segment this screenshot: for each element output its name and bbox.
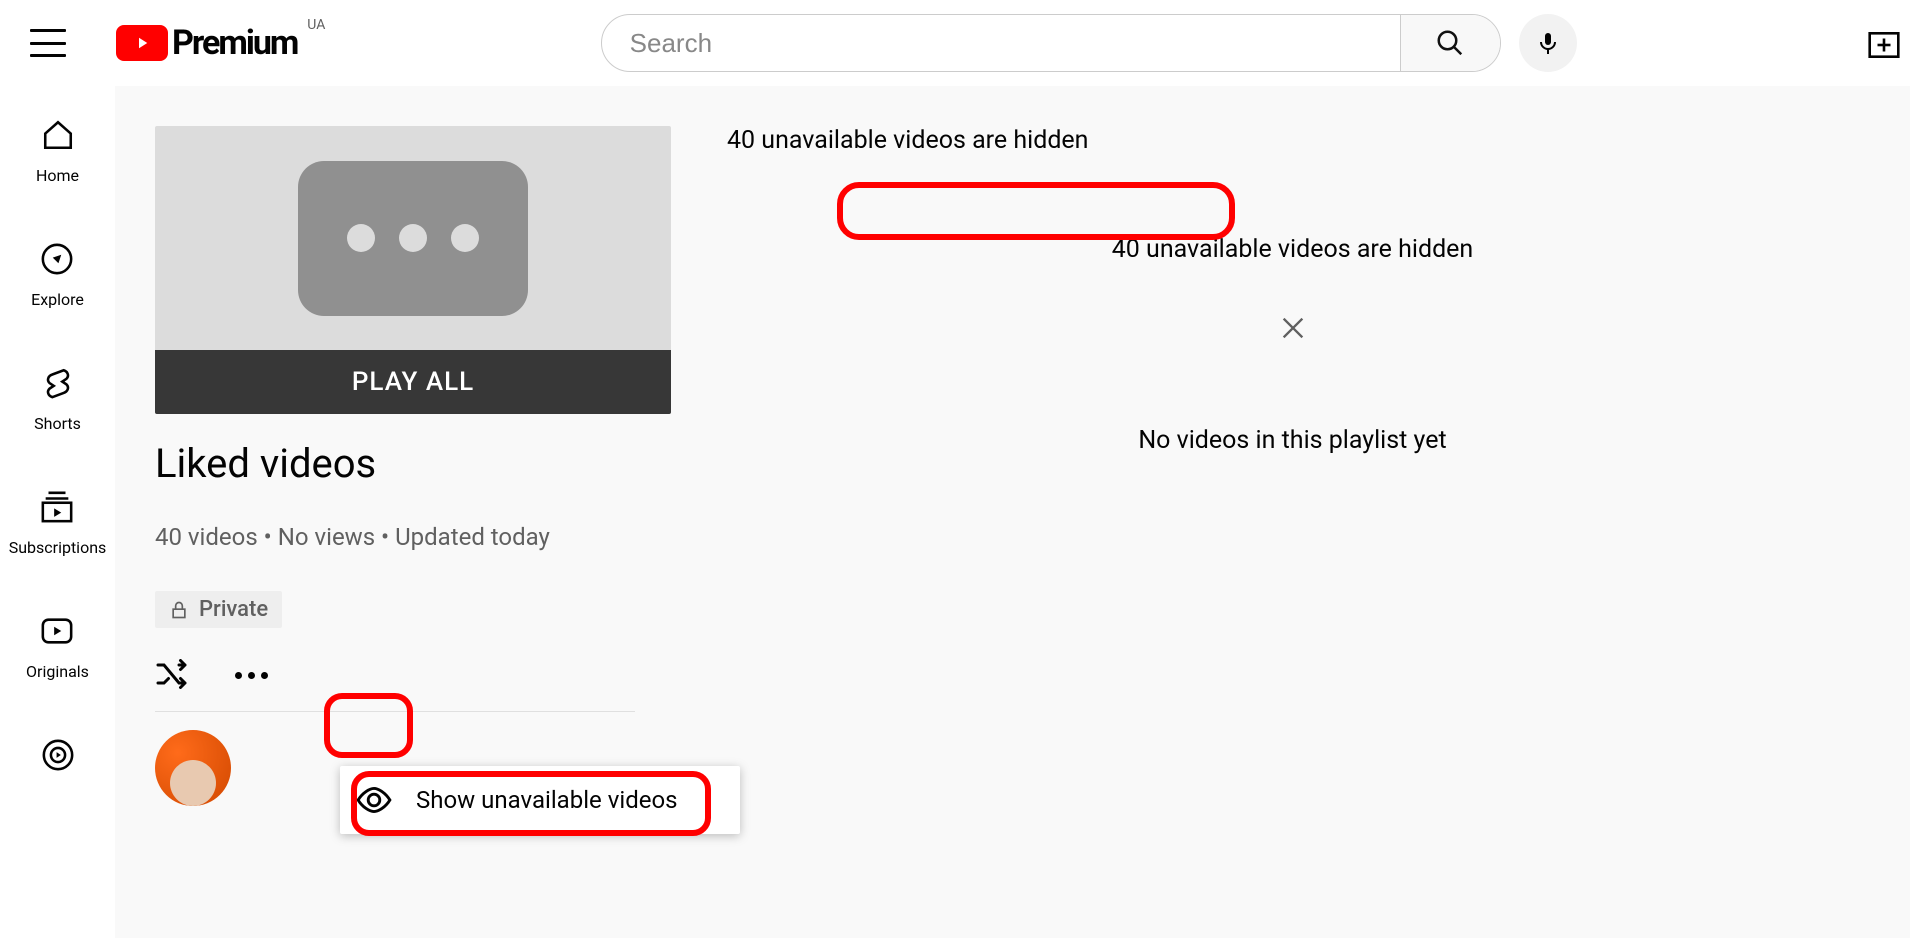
home-icon: [39, 116, 77, 154]
menu-item-show-unavailable[interactable]: Show unavailable videos: [416, 786, 678, 814]
playlist-stats: 40 videos • No views • Updated today: [155, 523, 635, 551]
sidebar-item-label: Subscriptions: [9, 538, 107, 557]
voice-search-button[interactable]: [1519, 14, 1577, 72]
close-icon: [1279, 314, 1307, 342]
channel-avatar: [155, 730, 231, 806]
youtube-premium-logo[interactable]: Premium UA: [116, 23, 297, 63]
sidebar-item-label: Originals: [26, 662, 89, 681]
body: Home Explore Shorts Subscriptions Origin…: [0, 86, 1910, 938]
sidebar-item-subscriptions[interactable]: Subscriptions: [9, 488, 107, 557]
sidebar-item-label: Explore: [31, 290, 84, 309]
main-content: PLAY ALL Liked videos 40 videos • No vie…: [115, 86, 1910, 938]
playlist-actions: [155, 658, 635, 693]
playlist-thumbnail[interactable]: PLAY ALL: [155, 126, 671, 414]
search-input[interactable]: [602, 28, 1400, 59]
menu-icon[interactable]: [30, 29, 66, 57]
shuffle-button[interactable]: [155, 659, 191, 693]
privacy-label: Private: [199, 597, 268, 622]
logo-text: Premium: [172, 23, 297, 63]
youtube-logo-icon: [116, 25, 168, 61]
playlist-title: Liked videos: [155, 440, 635, 487]
sidebar-item-originals[interactable]: Originals: [26, 612, 89, 681]
sidebar-item-label: Shorts: [34, 414, 81, 433]
sidebar-item-shorts[interactable]: Shorts: [34, 364, 81, 433]
sidebar-item-music[interactable]: [39, 736, 77, 786]
playlist-content: 40 unavailable videos are hidden 40 unav…: [675, 86, 1910, 938]
sidebar-item-label: Home: [36, 166, 79, 185]
play-all-button[interactable]: PLAY ALL: [155, 350, 671, 414]
placeholder-thumbnail-icon: [298, 161, 528, 316]
region-label: UA: [307, 17, 325, 33]
create-button[interactable]: [1868, 32, 1900, 62]
divider: [155, 711, 635, 712]
search-box: [601, 14, 1501, 72]
search-button[interactable]: [1400, 15, 1500, 71]
shorts-icon: [39, 364, 77, 402]
create-icon: [1868, 32, 1900, 58]
hidden-videos-banner: 40 unavailable videos are hidden: [727, 126, 1088, 155]
header: Premium UA: [0, 0, 1910, 86]
sidebar-item-home[interactable]: Home: [36, 116, 79, 185]
music-icon: [39, 736, 77, 774]
dismiss-button[interactable]: [1279, 314, 1307, 346]
hidden-videos-message: 40 unavailable videos are hidden: [1112, 235, 1473, 264]
originals-icon: [38, 612, 76, 650]
search-icon: [1435, 28, 1465, 58]
sidebar-item-explore[interactable]: Explore: [31, 240, 84, 309]
empty-playlist-message: No videos in this playlist yet: [1138, 426, 1446, 455]
shuffle-icon: [155, 659, 191, 689]
search-area: [297, 14, 1880, 72]
lock-icon: [169, 599, 189, 621]
sidebar: Home Explore Shorts Subscriptions Origin…: [0, 86, 115, 938]
more-menu-popup: Show unavailable videos: [340, 766, 740, 834]
eye-icon: [356, 787, 392, 813]
explore-icon: [38, 240, 76, 278]
subscriptions-icon: [38, 488, 76, 526]
more-actions-button[interactable]: [221, 658, 282, 693]
microphone-icon: [1536, 28, 1560, 58]
privacy-badge: Private: [155, 591, 282, 628]
